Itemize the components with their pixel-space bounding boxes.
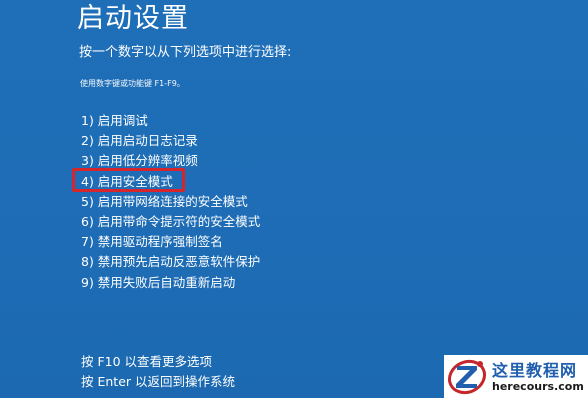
page-title: 启动设置 [77, 3, 189, 34]
option-disable-early-launch-anti-malware[interactable]: 8) 禁用预先启动反恶意软件保护 [81, 252, 260, 272]
site-watermark: 这里教程网 herecours.com [444, 355, 588, 398]
startup-options-list: 1) 启用调试 2) 启用启动日志记录 3) 启用低分辨率视频 4) 启用安全模… [81, 111, 260, 293]
safe-mode-highlight-box [72, 168, 185, 192]
key-hint: 使用数字键或功能键 F1-F9。 [80, 79, 185, 88]
return-to-os-hint[interactable]: 按 Enter 以返回到操作系统 [81, 372, 235, 392]
watermark-site-name: 这里教程网 [492, 360, 578, 380]
watermark-site-url: herecours.com [492, 379, 584, 393]
option-enable-debugging[interactable]: 1) 启用调试 [81, 111, 260, 131]
option-safe-mode-with-networking[interactable]: 5) 启用带网络连接的安全模式 [81, 192, 260, 212]
option-disable-automatic-restart[interactable]: 9) 禁用失败后自动重新启动 [81, 273, 260, 293]
option-enable-boot-logging[interactable]: 2) 启用启动日志记录 [81, 131, 260, 151]
footer-instructions: 按 F10 以查看更多选项 按 Enter 以返回到操作系统 [81, 352, 235, 392]
option-safe-mode-with-command-prompt[interactable]: 6) 启用带命令提示符的安全模式 [81, 212, 260, 232]
option-disable-driver-signature-enforcement[interactable]: 7) 禁用驱动程序强制签名 [81, 232, 260, 252]
more-options-hint[interactable]: 按 F10 以查看更多选项 [81, 352, 235, 372]
watermark-logo-icon [447, 359, 487, 395]
selection-prompt: 按一个数字以从下列选项中进行选择: [79, 45, 292, 60]
